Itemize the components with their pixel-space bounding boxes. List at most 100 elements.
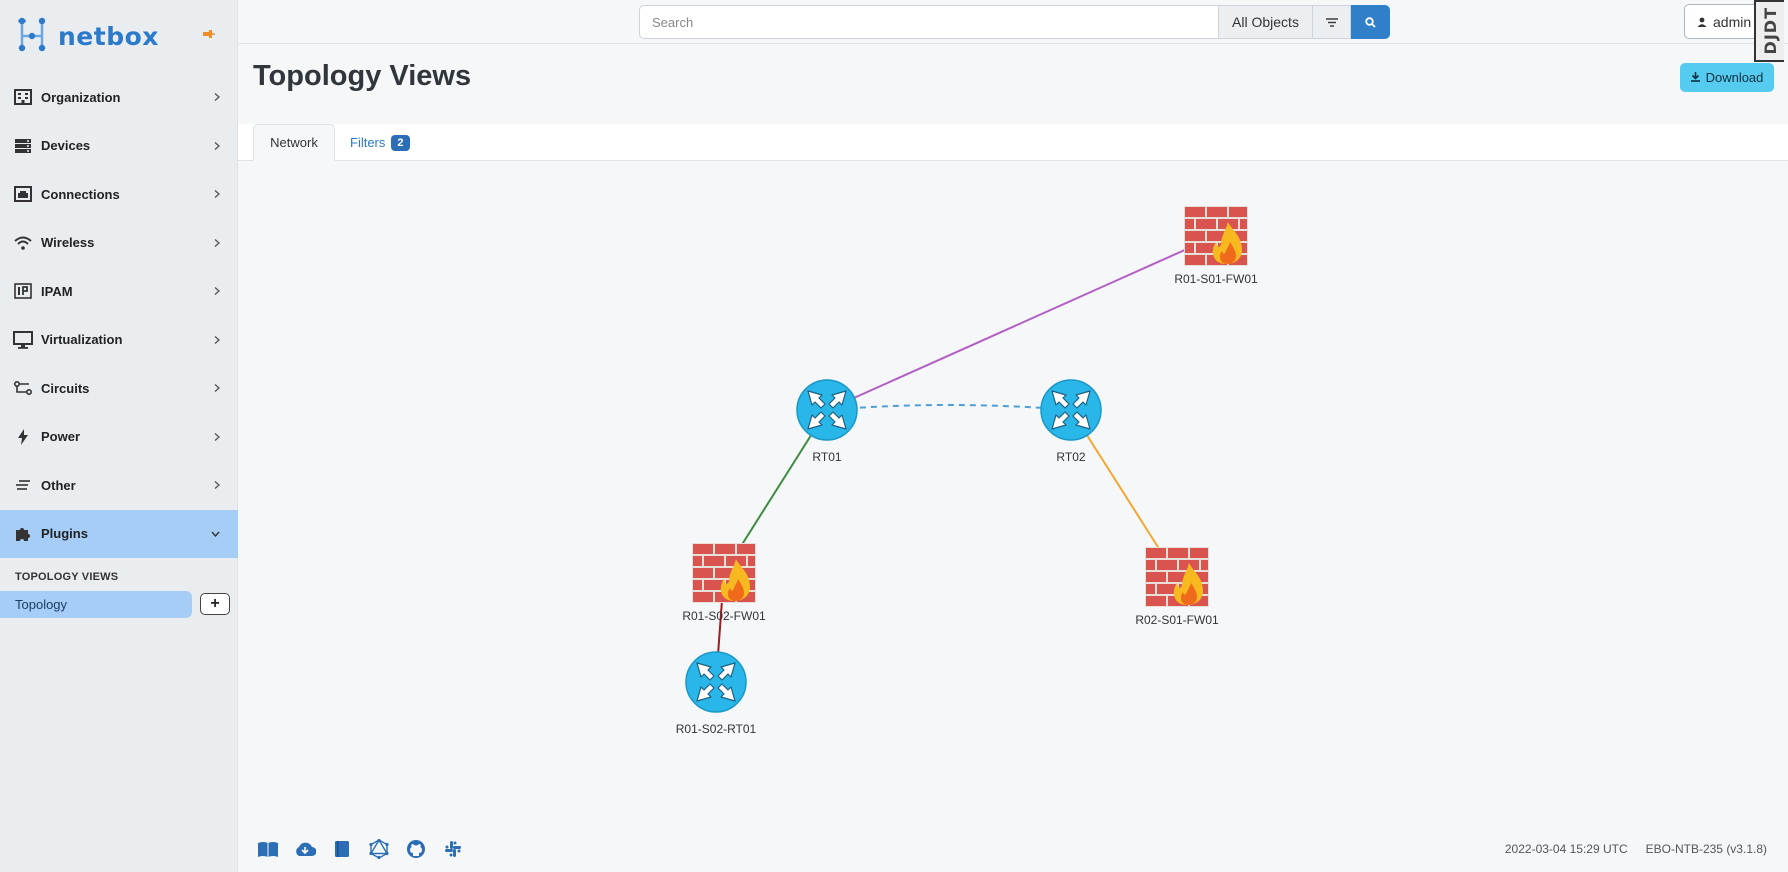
building-icon xyxy=(13,88,33,106)
search-icon xyxy=(1365,16,1376,28)
brand-name: netbox xyxy=(58,21,159,51)
filter-icon xyxy=(1325,17,1338,27)
firewall-icon xyxy=(1145,547,1209,607)
lines-icon xyxy=(13,476,33,494)
node-r01s01fw01[interactable]: R01-S01-FW01 xyxy=(1174,206,1258,286)
sidebar-section-title: TOPOLOGY VIEWS xyxy=(15,571,119,583)
node-label: R01-S02-RT01 xyxy=(676,722,757,736)
node-rt02[interactable]: RT02 xyxy=(1040,379,1102,464)
node-label: R01-S01-FW01 xyxy=(1174,272,1258,286)
search-input[interactable] xyxy=(639,5,1218,39)
pin-icon[interactable] xyxy=(203,29,215,39)
nav-label: Power xyxy=(41,429,81,445)
firewall-icon xyxy=(692,543,756,603)
footer-meta: 2022-03-04 15:29 UTC EBO-NTB-235 (v3.1.8… xyxy=(1505,842,1767,856)
chevron-right-icon xyxy=(214,335,220,344)
router-icon xyxy=(1040,379,1102,441)
nav-plugins[interactable]: Plugins xyxy=(0,509,238,558)
server-timestamp: 2022-03-04 15:29 UTC xyxy=(1504,842,1628,856)
topology-canvas[interactable]: RT01 RT02 R01-S01-FW01 R01-S02-FW01 R02-S01-… xyxy=(238,162,1788,822)
search-scope-dropdown[interactable]: All Objects xyxy=(1218,5,1313,39)
nav-label: IPAM xyxy=(41,283,73,299)
download-icon xyxy=(1690,70,1700,85)
chevron-right-icon xyxy=(214,93,220,102)
chevron-right-icon xyxy=(214,384,220,393)
chevron-down-icon xyxy=(211,531,220,537)
top-bar: All Objects admin xyxy=(238,0,1788,44)
debug-toolbar-label: DJDT xyxy=(1760,7,1780,55)
nav-wireless[interactable]: Wireless xyxy=(0,219,238,268)
tab-filters[interactable]: Filters 2 xyxy=(350,124,410,161)
circuit-icon xyxy=(13,379,33,397)
node-label: R02-S01-FW01 xyxy=(1135,613,1219,627)
sidebar: netbox Organization Devices Connections xyxy=(0,0,238,872)
node-label: R01-S02-FW01 xyxy=(682,609,766,623)
page-title: Topology Views xyxy=(253,60,472,92)
topology-graph[interactable]: RT01 RT02 R01-S01-FW01 R01-S02-FW01 R02-S01-… xyxy=(238,162,1788,822)
search-filter-button[interactable] xyxy=(1313,5,1351,39)
nav-virtualization[interactable]: Virtualization xyxy=(0,316,238,365)
debug-toolbar-handle[interactable]: DJDT xyxy=(1754,0,1784,62)
monitor-icon xyxy=(13,330,33,349)
node-label: RT02 xyxy=(1056,450,1085,464)
github-icon[interactable] xyxy=(405,838,427,860)
main-nav: Organization Devices Connections Wireles… xyxy=(0,73,238,558)
nav-label: Organization xyxy=(41,89,121,105)
link-rt01-rt02[interactable] xyxy=(826,404,1072,411)
docs-icon[interactable] xyxy=(331,838,353,860)
chevron-right-icon xyxy=(214,481,220,490)
nav-label: Other xyxy=(41,477,76,493)
nav-label: Wireless xyxy=(41,235,95,251)
chevron-right-icon xyxy=(214,141,220,150)
nav-other[interactable]: Other xyxy=(0,461,238,510)
nav-connections[interactable]: Connections xyxy=(0,170,238,219)
graphql-icon[interactable] xyxy=(368,838,390,860)
download-label: Download xyxy=(1705,70,1764,85)
nav-power[interactable]: Power xyxy=(0,413,238,462)
nav-organization[interactable]: Organization xyxy=(0,73,238,122)
search-button[interactable] xyxy=(1351,5,1390,39)
puzzle-icon xyxy=(13,525,33,543)
router-icon xyxy=(796,379,858,441)
brand-logo[interactable]: netbox xyxy=(16,12,159,60)
tab-network[interactable]: Network xyxy=(253,124,335,161)
nav-label: Plugins xyxy=(41,526,88,542)
global-search: All Objects xyxy=(639,5,1390,39)
footer-links xyxy=(257,838,464,860)
book-icon[interactable] xyxy=(257,838,279,860)
chevron-right-icon xyxy=(214,287,220,296)
nav-circuits[interactable]: Circuits xyxy=(0,364,238,413)
nav-devices[interactable]: Devices xyxy=(0,122,238,171)
nav-label: Virtualization xyxy=(41,332,123,348)
download-button[interactable]: Download xyxy=(1680,63,1774,92)
chevron-right-icon xyxy=(214,238,220,247)
node-r01s02fw01[interactable]: R01-S02-FW01 xyxy=(682,543,766,623)
node-r02s01fw01[interactable]: R02-S01-FW01 xyxy=(1135,547,1219,627)
nav-ipam[interactable]: IPAM xyxy=(0,267,238,316)
netbox-logo-icon xyxy=(18,17,46,52)
node-rt01[interactable]: RT01 xyxy=(796,379,858,464)
ip-icon xyxy=(13,282,33,300)
slack-icon[interactable] xyxy=(442,838,464,860)
cloud-icon[interactable] xyxy=(294,838,316,860)
server-icon xyxy=(13,137,33,155)
bolt-icon xyxy=(13,428,33,446)
link-rt01-r01s01fw01[interactable] xyxy=(826,235,1217,411)
nav-label: Circuits xyxy=(41,380,90,396)
sidebar-item-topology[interactable]: Topology xyxy=(0,591,192,618)
node-r01s02rt01[interactable]: R01-S02-RT01 xyxy=(676,651,757,736)
app-version: EBO-NTB-235 (v3.1.8) xyxy=(1645,842,1767,856)
tab-bar: Network Filters 2 xyxy=(238,124,1788,161)
filters-count-badge: 2 xyxy=(391,134,410,151)
nodes-layer: RT01 RT02 R01-S01-FW01 R01-S02-FW01 R02-S01-… xyxy=(676,206,1258,736)
chevron-right-icon xyxy=(214,190,220,199)
node-label: RT01 xyxy=(812,450,841,464)
nav-label: Connections xyxy=(41,186,120,202)
user-name: admin xyxy=(1713,13,1752,30)
add-topology-button[interactable]: + xyxy=(200,593,230,615)
chevron-right-icon xyxy=(214,432,220,441)
router-icon xyxy=(685,651,747,713)
firewall-icon xyxy=(1184,206,1248,266)
user-icon xyxy=(1697,14,1707,30)
wifi-icon xyxy=(13,234,33,252)
